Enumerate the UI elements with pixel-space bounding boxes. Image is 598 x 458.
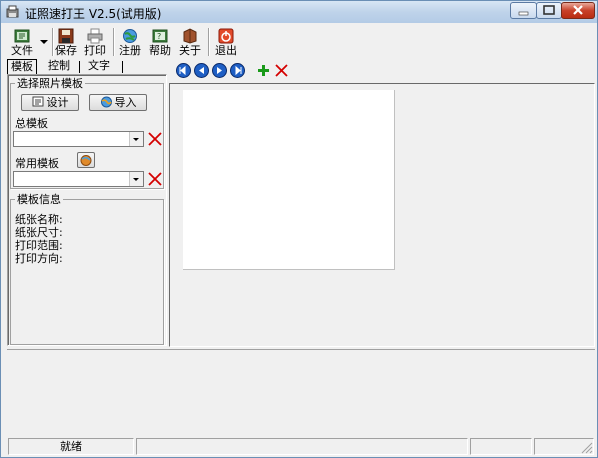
previous-page-icon[interactable] (194, 63, 209, 78)
master-template-label: 总模板 (15, 117, 48, 130)
svg-text:?: ? (157, 32, 161, 41)
save-icon (58, 28, 74, 44)
orb-icon (80, 155, 92, 166)
add-icon[interactable] (256, 63, 271, 78)
import-button[interactable]: 导入 (89, 94, 147, 111)
main-toolbar: 文件 保存 打印 注册 ? 帮助 关于 退出 (7, 26, 245, 58)
first-page-icon[interactable] (176, 63, 191, 78)
tab-divider (122, 61, 123, 73)
paper-name-label: 纸张名称: (15, 213, 63, 226)
last-page-icon[interactable] (230, 63, 245, 78)
help-button[interactable]: ? 帮助 (147, 26, 173, 58)
design-icon (32, 96, 43, 107)
app-icon (6, 5, 19, 18)
paper-size-label: 纸张尺寸: (15, 226, 63, 239)
preview-nav-toolbar (174, 62, 294, 80)
close-button[interactable] (561, 2, 595, 19)
chevron-down-icon (133, 178, 139, 181)
file-dropdown-arrow[interactable] (39, 32, 49, 52)
common-template-action-button[interactable] (77, 152, 95, 168)
template-panel: 选择照片模板 设计 导入 总模板 常用模板 模板信息 纸张名称: 纸张尺寸: 打… (7, 74, 167, 346)
template-info-group: 模板信息 纸张名称: 纸张尺寸: 打印范围: 打印方向: (10, 193, 164, 345)
next-page-icon[interactable] (212, 63, 227, 78)
minimize-button[interactable] (510, 2, 537, 19)
design-button[interactable]: 设计 (21, 94, 79, 111)
tab-control[interactable]: 控制 (45, 59, 73, 74)
delete-common-template-icon[interactable] (147, 171, 163, 187)
print-direction-label: 打印方向: (15, 252, 63, 265)
master-template-select[interactable] (13, 131, 144, 147)
status-text: 就绪 (8, 438, 134, 455)
left-tab-strip: 模板 控制 文字 (7, 59, 167, 75)
toolbar-separator (208, 28, 210, 56)
about-button[interactable]: 关于 (177, 26, 203, 58)
group-title: 模板信息 (15, 193, 63, 206)
common-template-label: 常用模板 (15, 157, 59, 170)
import-globe-icon (100, 96, 112, 108)
title-bar[interactable]: 证照速打王 V2.5(试用版) (1, 1, 597, 23)
globe-icon (123, 29, 137, 43)
resize-grip-icon[interactable] (579, 440, 593, 454)
book-icon (183, 28, 197, 44)
window-title: 证照速打王 V2.5(试用版) (25, 7, 162, 21)
chevron-down-icon (133, 138, 139, 141)
print-page-preview[interactable] (183, 90, 395, 270)
toolbar-separator (113, 28, 115, 56)
printer-icon (87, 28, 103, 44)
print-range-label: 打印范围: (15, 239, 63, 252)
master-template-dropdown-arrow[interactable] (129, 132, 143, 146)
exit-button[interactable]: 退出 (212, 26, 240, 58)
delete-master-template-icon[interactable] (147, 131, 163, 147)
app-window: 证照速打王 V2.5(试用版) 文件 保存 打印 注册 ? 帮助 关于 退出 模… (0, 0, 598, 458)
common-template-select[interactable] (13, 171, 144, 187)
close-icon (573, 5, 583, 15)
maximize-icon (543, 5, 555, 15)
save-button[interactable]: 保存 (54, 26, 78, 58)
tab-template[interactable]: 模板 (7, 59, 37, 75)
print-button[interactable]: 打印 (81, 26, 109, 58)
file-button[interactable]: 文件 (7, 26, 37, 58)
tab-divider (79, 61, 80, 73)
status-panel (534, 438, 594, 455)
maximize-button[interactable] (536, 2, 562, 19)
help-icon: ? (152, 29, 168, 43)
register-button[interactable]: 注册 (117, 26, 143, 58)
bottom-panel (7, 349, 595, 437)
common-template-dropdown-arrow[interactable] (129, 172, 143, 186)
tab-text[interactable]: 文字 (85, 59, 113, 74)
select-photo-template-group: 选择照片模板 设计 导入 总模板 常用模板 (10, 77, 164, 189)
status-panel (136, 438, 468, 455)
file-icon (14, 29, 30, 43)
status-panel (470, 438, 532, 455)
delete-icon[interactable] (274, 63, 289, 78)
group-title: 选择照片模板 (15, 77, 85, 90)
power-icon (218, 28, 234, 44)
status-bar: 就绪 (2, 437, 596, 457)
minimize-icon (518, 11, 529, 16)
